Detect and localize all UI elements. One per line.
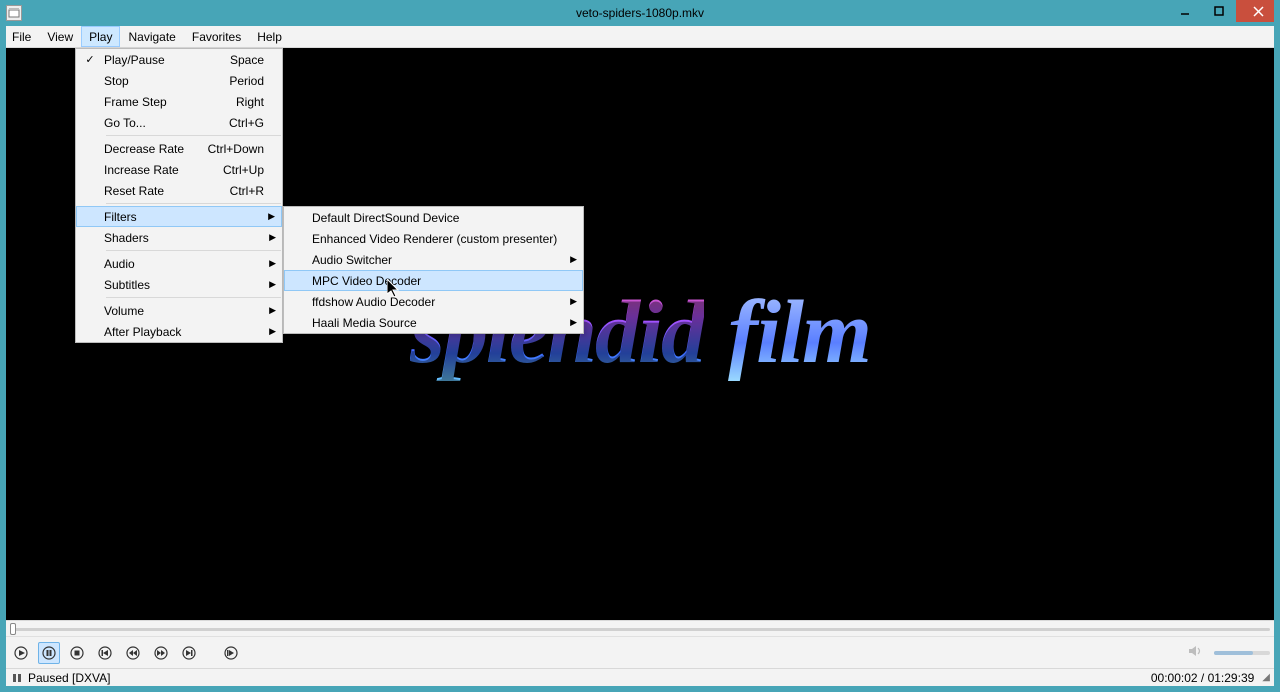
seek-track [10, 628, 1270, 631]
status-text: Paused [DXVA] [28, 671, 111, 685]
submenu-arrow-icon: ▶ [570, 317, 577, 328]
menuitem-filters[interactable]: Filters ▶ [76, 206, 282, 227]
submenu-arrow-icon: ▶ [269, 305, 276, 316]
menu-separator [106, 135, 281, 136]
logo-word-film: film [728, 281, 870, 384]
volume-fill [1214, 651, 1253, 655]
playback-controls [6, 636, 1274, 668]
filter-enhanced-video-renderer[interactable]: Enhanced Video Renderer (custom presente… [284, 228, 583, 249]
window-controls [1168, 0, 1280, 26]
submenu-arrow-icon: ▶ [269, 326, 276, 337]
seek-bar[interactable] [6, 620, 1274, 636]
menuitem-increase-rate[interactable]: Increase Rate Ctrl+Up [76, 159, 282, 180]
filter-ffdshow-audio-decoder[interactable]: ffdshow Audio Decoder ▶ [284, 291, 583, 312]
stop-button[interactable] [66, 642, 88, 664]
window-title: veto-spiders-1080p.mkv [576, 6, 704, 20]
submenu-arrow-icon: ▶ [570, 254, 577, 265]
submenu-arrow-icon: ▶ [269, 279, 276, 290]
frame-step-button[interactable] [220, 642, 242, 664]
menuitem-subtitles[interactable]: Subtitles ▶ [76, 274, 282, 295]
seek-thumb[interactable] [10, 623, 16, 635]
submenu-arrow-icon: ▶ [269, 258, 276, 269]
menuitem-after-playback[interactable]: After Playback ▶ [76, 321, 282, 342]
pause-button[interactable] [38, 642, 60, 664]
filter-default-directsound[interactable]: Default DirectSound Device [284, 207, 583, 228]
menu-navigate[interactable]: Navigate [120, 26, 183, 47]
filters-submenu: Default DirectSound Device Enhanced Vide… [283, 206, 584, 334]
filter-mpc-video-decoder[interactable]: MPC Video Decoder [284, 270, 583, 291]
app-icon [6, 5, 22, 21]
volume-slider[interactable] [1214, 651, 1270, 655]
menubar: File View Play Navigate Favorites Help [0, 26, 1280, 48]
menuitem-audio[interactable]: Audio ▶ [76, 253, 282, 274]
mouse-cursor-icon [387, 279, 401, 299]
play-button[interactable] [10, 642, 32, 664]
submenu-arrow-icon: ▶ [570, 296, 577, 307]
menuitem-go-to[interactable]: Go To... Ctrl+G [76, 112, 282, 133]
menuitem-frame-step[interactable]: Frame Step Right [76, 91, 282, 112]
menu-separator [106, 297, 281, 298]
skip-forward-button[interactable] [178, 642, 200, 664]
submenu-arrow-icon: ▶ [269, 232, 276, 243]
menu-play[interactable]: Play [81, 26, 120, 47]
menu-separator [106, 250, 281, 251]
filter-haali-media-source[interactable]: Haali Media Source ▶ [284, 312, 583, 333]
menuitem-volume[interactable]: Volume ▶ [76, 300, 282, 321]
menu-help[interactable]: Help [249, 26, 290, 47]
forward-button[interactable] [150, 642, 172, 664]
menuitem-reset-rate[interactable]: Reset Rate Ctrl+R [76, 180, 282, 201]
menu-favorites[interactable]: Favorites [184, 26, 249, 47]
menuitem-shaders[interactable]: Shaders ▶ [76, 227, 282, 248]
menuitem-decrease-rate[interactable]: Decrease Rate Ctrl+Down [76, 138, 282, 159]
skip-back-button[interactable] [94, 642, 116, 664]
menu-view[interactable]: View [39, 26, 81, 47]
menuitem-stop[interactable]: Stop Period [76, 70, 282, 91]
check-icon: ✓ [76, 53, 104, 66]
volume-icon[interactable] [1188, 644, 1204, 661]
filter-audio-switcher[interactable]: Audio Switcher ▶ [284, 249, 583, 270]
menuitem-play-pause[interactable]: ✓ Play/Pause Space [76, 49, 282, 70]
play-dropdown: ✓ Play/Pause Space Stop Period Frame Ste… [75, 48, 283, 343]
status-bar: Paused [DXVA] 00:00:02 / 01:29:39 ◢ [6, 668, 1274, 686]
submenu-arrow-icon: ▶ [268, 211, 275, 222]
maximize-button[interactable] [1202, 0, 1236, 22]
menu-separator [106, 203, 281, 204]
close-button[interactable] [1236, 0, 1280, 22]
menu-file[interactable]: File [4, 26, 39, 47]
resize-grip-icon[interactable]: ◢ [1262, 672, 1270, 683]
status-time: 00:00:02 / 01:29:39 [1151, 671, 1254, 685]
rewind-button[interactable] [122, 642, 144, 664]
minimize-button[interactable] [1168, 0, 1202, 22]
titlebar: veto-spiders-1080p.mkv [0, 0, 1280, 26]
status-pause-icon [10, 671, 24, 685]
